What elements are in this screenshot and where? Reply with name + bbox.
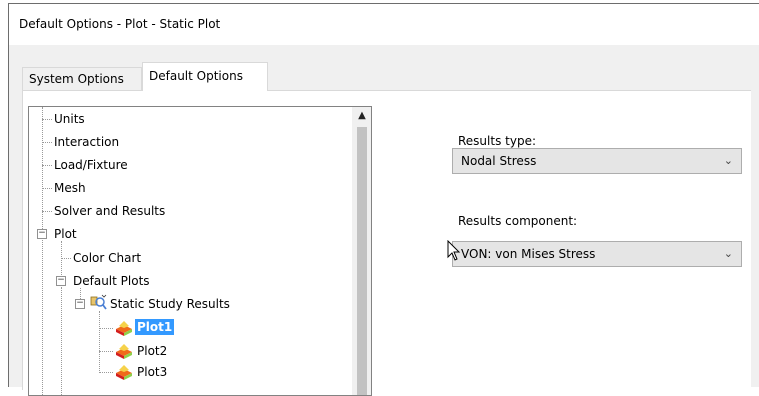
results-component-value: VON: von Mises Stress [461, 247, 596, 261]
plot-icon [116, 321, 132, 336]
tree-item-default-plots[interactable]: Default Plots [73, 273, 150, 289]
tree-item-units[interactable]: Units [54, 111, 85, 127]
tree-connector [42, 237, 43, 395]
minus-box-icon[interactable]: − [37, 229, 47, 239]
tree-connector [61, 258, 71, 259]
tree-item-static-study-results[interactable]: Static Study Results [110, 296, 230, 312]
tree-item-plot3[interactable]: Plot3 [137, 364, 167, 380]
title-bar: Default Options - Plot - Static Plot [9, 4, 759, 45]
study-results-icon [90, 294, 107, 310]
tree-scrollbar[interactable]: ▲ [352, 107, 371, 395]
results-type-select[interactable]: Nodal Stress ⌄ [452, 148, 742, 174]
tree-connector [42, 211, 52, 212]
tree-item-load-fixture[interactable]: Load/Fixture [54, 157, 128, 173]
chevron-up-icon[interactable]: ▲ [353, 107, 371, 125]
results-type-value: Nodal Stress [461, 154, 537, 168]
minus-box-icon[interactable]: − [75, 299, 85, 309]
chevron-down-icon: ⌄ [723, 154, 733, 167]
options-tree[interactable]: Units Interaction Load/Fixture Mesh Solv… [28, 106, 372, 396]
tree-item-plot1[interactable]: Plot1 [135, 319, 175, 335]
results-component-select[interactable]: VON: von Mises Stress ⌄ [452, 241, 742, 267]
mouse-cursor-icon [447, 240, 461, 261]
tree-item-plot[interactable]: Plot [54, 226, 77, 242]
tab-default-options[interactable]: Default Options [142, 62, 268, 91]
tree-item-mesh[interactable]: Mesh [54, 180, 86, 196]
tree-item-color-chart[interactable]: Color Chart [73, 250, 141, 266]
tree-connector [99, 311, 100, 371]
tree-connector [42, 107, 43, 231]
tree-connector [61, 287, 62, 395]
tree-connector [42, 165, 52, 166]
tab-label: Default Options [149, 69, 243, 83]
tree-connector [99, 372, 113, 373]
results-component-label: Results component: [458, 214, 578, 228]
tree-connector [42, 142, 52, 143]
tab-label: System Options [29, 72, 124, 86]
plot-icon [116, 365, 132, 380]
chevron-down-icon: ⌄ [723, 247, 733, 260]
tree-item-plot2[interactable]: Plot2 [137, 343, 167, 359]
window-title: Default Options - Plot - Static Plot [19, 17, 221, 31]
scroll-thumb[interactable] [357, 127, 367, 395]
tree-connector [99, 351, 113, 352]
results-type-label: Results type: [458, 134, 536, 148]
tree-connector [42, 188, 52, 189]
tree-connector [42, 119, 52, 120]
tree-connector [99, 328, 113, 329]
tree-item-solver-results[interactable]: Solver and Results [54, 203, 165, 219]
minus-box-icon[interactable]: − [56, 276, 66, 286]
tab-system-options[interactable]: System Options [22, 67, 142, 90]
tree-item-interaction[interactable]: Interaction [54, 134, 119, 150]
plot-icon [116, 344, 132, 359]
